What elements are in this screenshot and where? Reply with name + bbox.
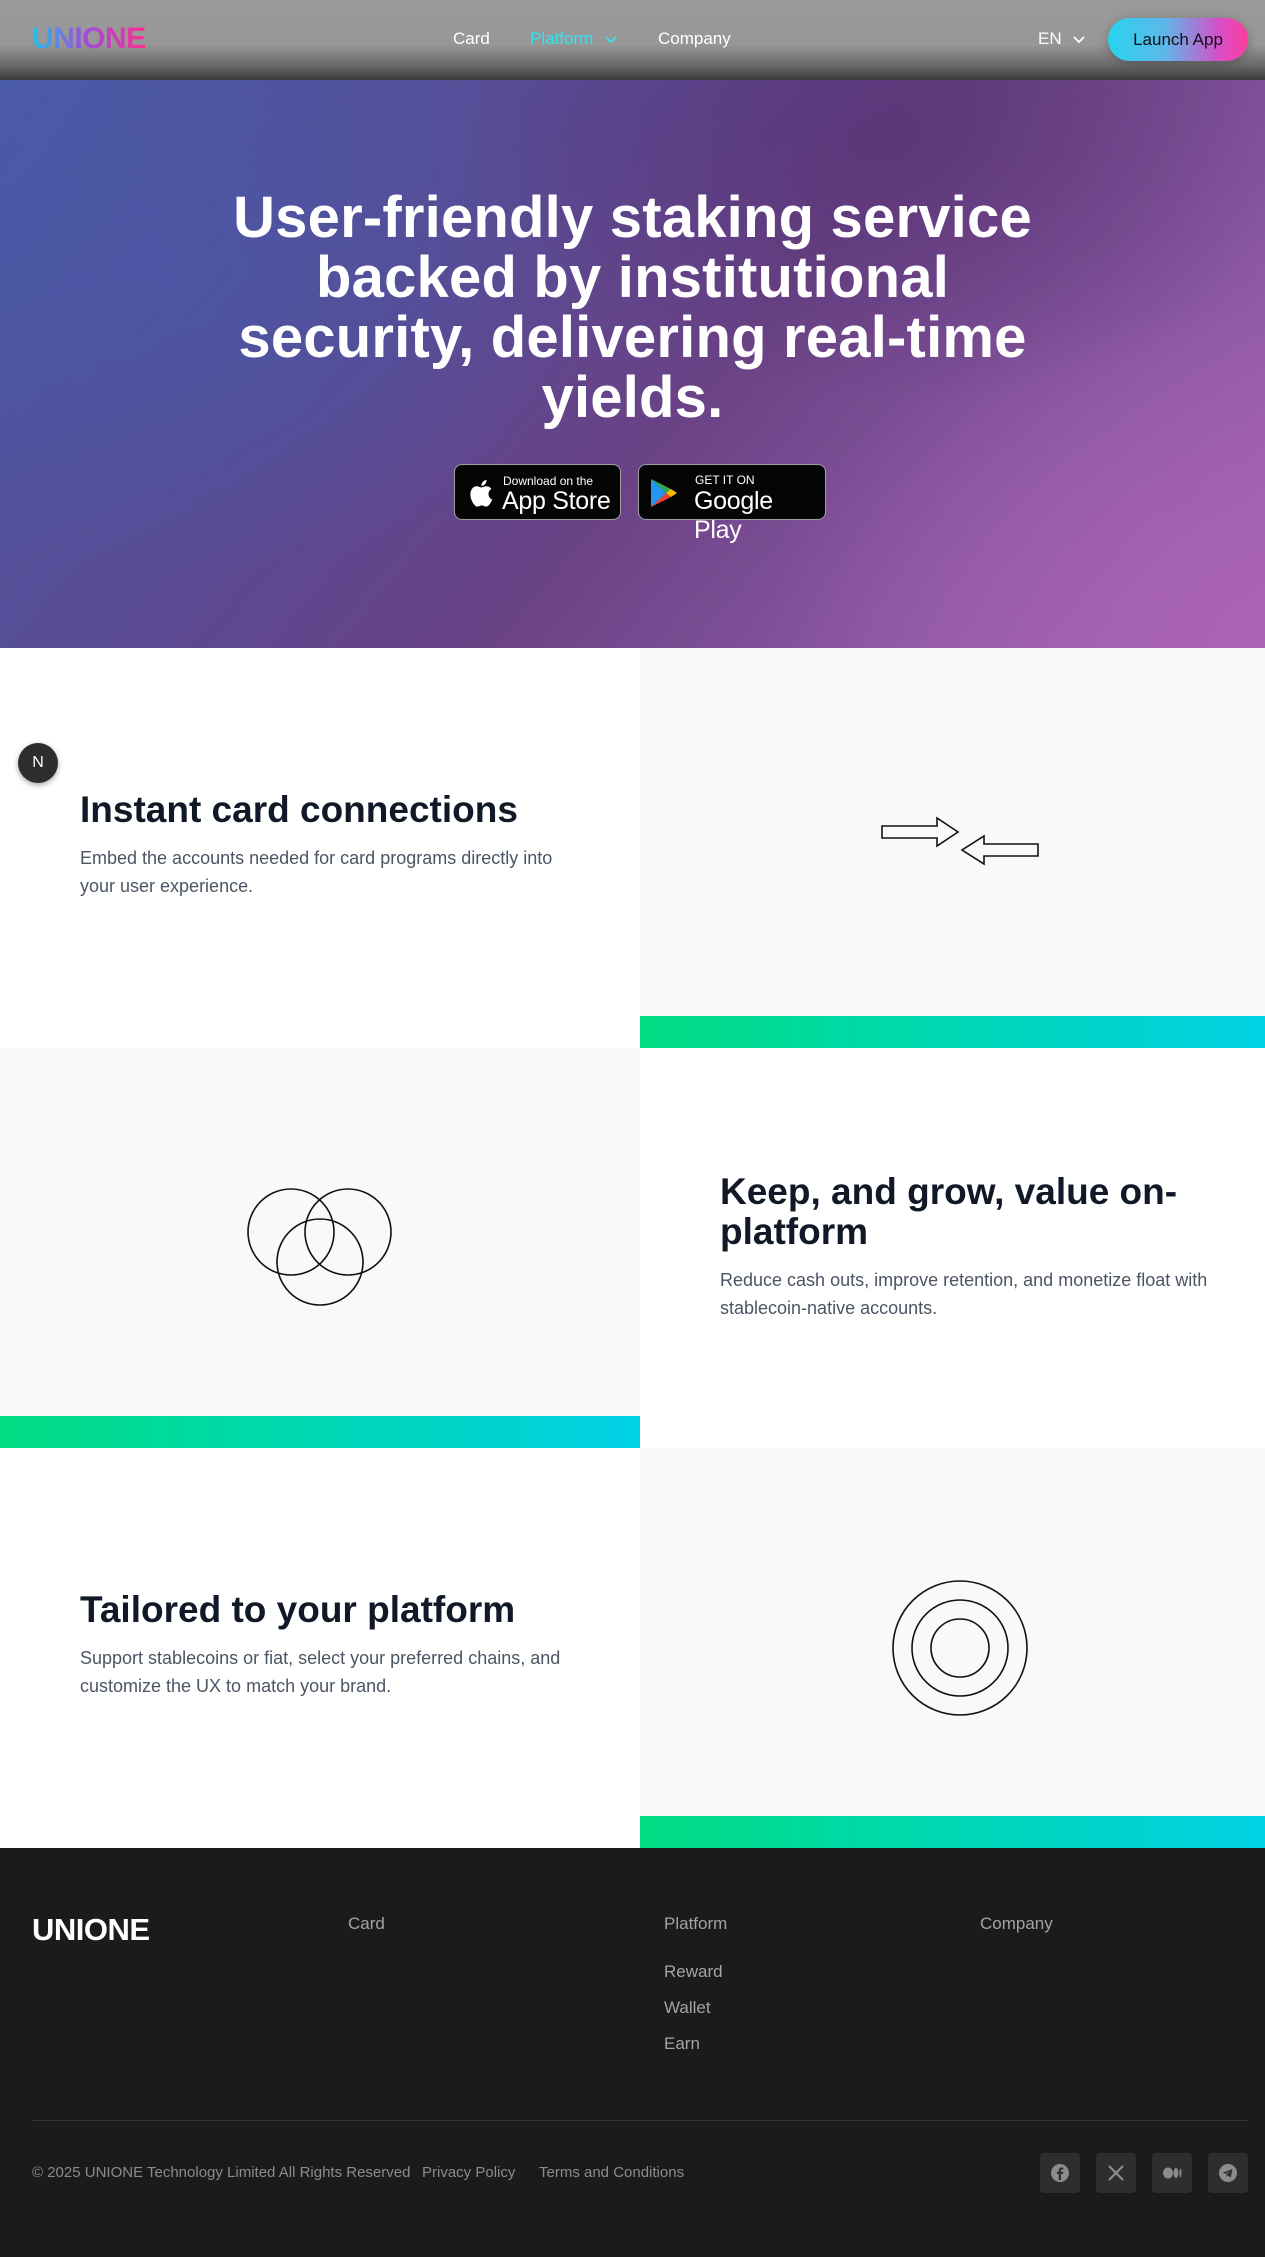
google-play-big-text: Google Play (694, 487, 773, 544)
feature-illustration-panel-2 (0, 1048, 640, 1416)
brand-logo[interactable]: UNIONE (32, 22, 146, 56)
launch-app-button[interactable]: Launch App (1108, 18, 1248, 61)
medium-button[interactable] (1152, 2153, 1192, 2193)
hero-title: User-friendly staking service backed by … (233, 185, 1032, 430)
feature-card-1: Instant card connections Embed the accou… (80, 790, 580, 900)
hero-section: User-friendly staking service backed by … (0, 80, 1265, 648)
x-button[interactable] (1096, 2153, 1136, 2193)
nav-link-platform[interactable]: Platform (530, 29, 618, 49)
x-icon (1108, 2165, 1124, 2181)
accent-bar (0, 1416, 640, 1448)
top-navbar: UNIONE Card Platform Company EN Launch A… (0, 0, 1265, 80)
feature-title: Instant card connections (80, 789, 518, 830)
footer-link-earn[interactable]: Earn (664, 2034, 700, 2054)
facebook-button[interactable] (1040, 2153, 1080, 2193)
nav-link-company[interactable]: Company (658, 29, 731, 49)
google-play-icon (651, 479, 677, 507)
copyright-text: © 2025 UNIONE Technology Limited All Rig… (32, 2164, 411, 2181)
feature-card-3: Tailored to your platform Support stable… (80, 1590, 600, 1700)
feature-description: Reduce cash outs, improve retention, and… (720, 1270, 1208, 1318)
footer-link-wallet[interactable]: Wallet (664, 1998, 711, 2018)
telegram-icon (1219, 2164, 1237, 2182)
footer: UNIONE Card Platform Company Reward Wall… (0, 1848, 1265, 2257)
feature-title: Keep, and grow, value on-platform (720, 1171, 1178, 1252)
language-label: EN (1038, 29, 1062, 48)
app-store-button[interactable]: Download on the App Store (454, 464, 621, 520)
feature-card-2: Keep, and grow, value on-platform Reduce… (720, 1172, 1220, 1322)
feature-illustration-panel-3 (640, 1448, 1265, 1816)
google-play-small-text: GET IT ON (695, 473, 755, 487)
terms-link[interactable]: Terms and Conditions (539, 2164, 684, 2181)
chevron-down-icon (605, 35, 617, 43)
accent-bar (640, 1016, 1265, 1048)
feature-title: Tailored to your platform (80, 1589, 516, 1630)
app-store-small-text: Download on the (503, 474, 594, 488)
privacy-policy-link[interactable]: Privacy Policy (422, 2164, 515, 2181)
facebook-icon (1051, 2164, 1069, 2182)
footer-logo[interactable]: UNIONE (32, 1912, 150, 1948)
accent-bar (640, 1816, 1265, 1848)
google-play-button[interactable]: GET IT ON Google Play (638, 464, 826, 544)
footer-link-reward[interactable]: Reward (664, 1962, 723, 1982)
feature-description: Embed the accounts needed for card progr… (80, 848, 553, 896)
nav-link-platform-label: Platform (530, 29, 594, 48)
next-badge-button[interactable]: N (18, 743, 58, 783)
exchange-arrows-icon (881, 816, 1039, 866)
footer-heading-company[interactable]: Company (980, 1914, 1053, 1934)
medium-icon (1163, 2167, 1182, 2179)
overlapping-circles-icon (247, 1188, 392, 1306)
language-selector[interactable]: EN (1038, 29, 1086, 49)
nav-link-card[interactable]: Card (453, 29, 490, 49)
chevron-down-icon (1073, 35, 1085, 43)
concentric-circles-icon (892, 1580, 1028, 1716)
telegram-button[interactable] (1208, 2153, 1248, 2193)
apple-icon (470, 479, 493, 507)
app-store-big-text: App Store (502, 487, 611, 515)
footer-divider (32, 2120, 1248, 2121)
feature-illustration-panel-1 (640, 648, 1265, 1016)
footer-heading-card[interactable]: Card (348, 1914, 385, 1934)
footer-heading-platform[interactable]: Platform (664, 1914, 727, 1934)
feature-description: Support stablecoins or fiat, select your… (80, 1648, 561, 1696)
